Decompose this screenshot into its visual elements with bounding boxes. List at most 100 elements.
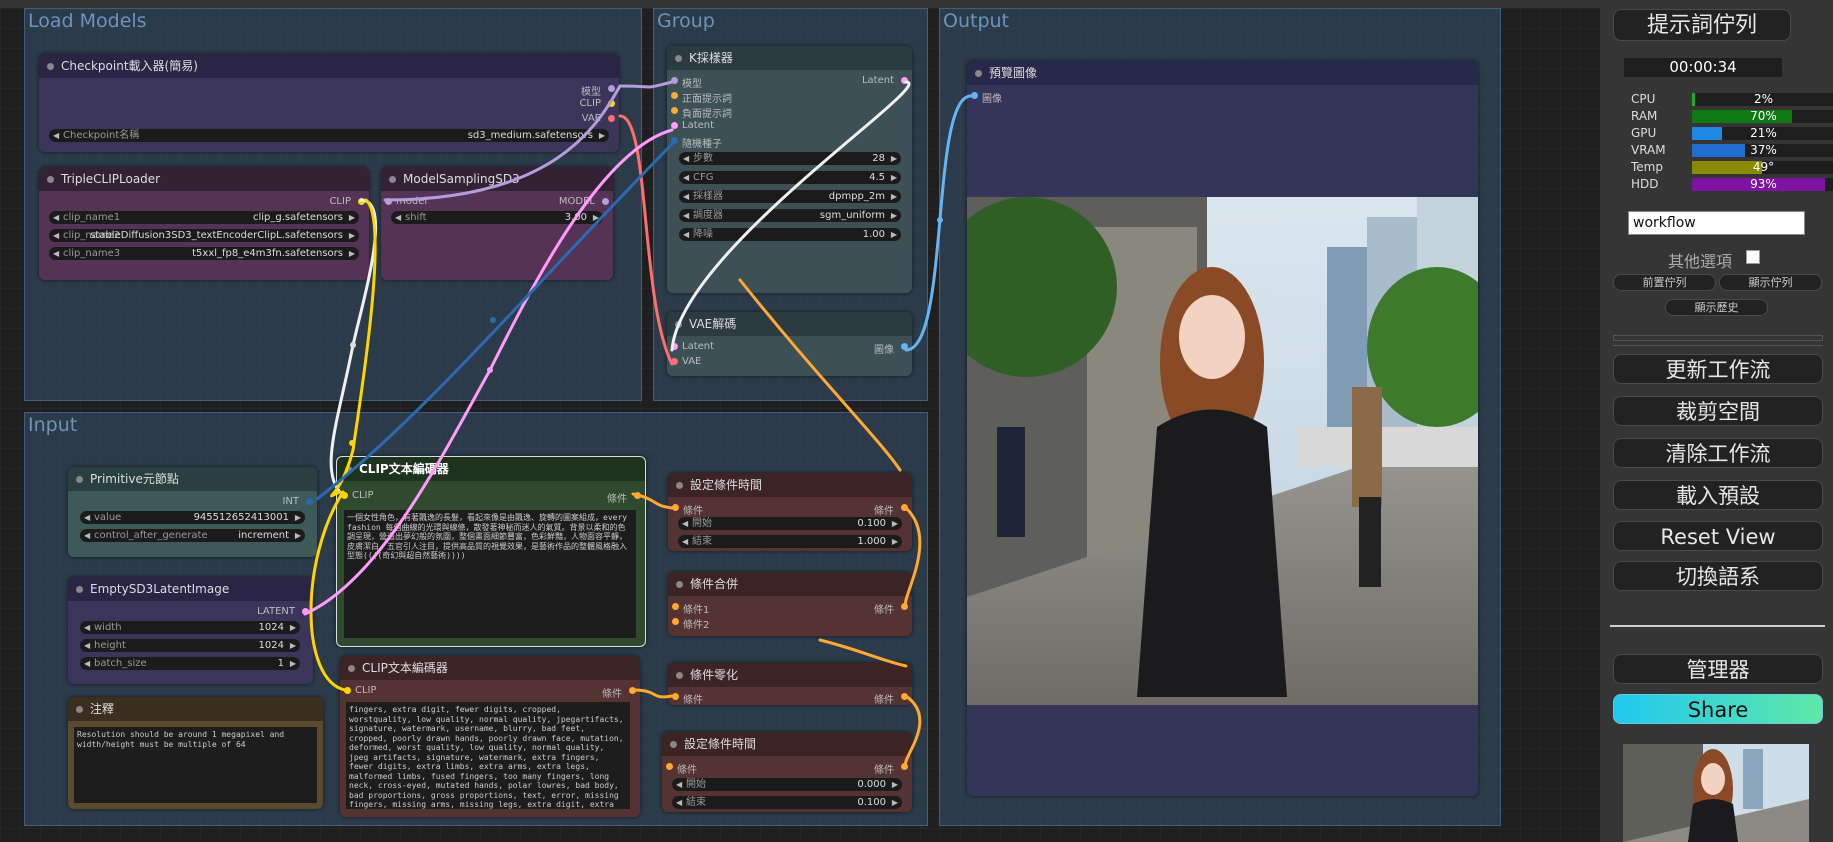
cond-combine-node[interactable]: 條件合併 條件1 條件 條件2 <box>668 572 912 636</box>
manager-button[interactable]: 管理器 <box>1613 654 1823 684</box>
preview-image[interactable] <box>967 197 1478 705</box>
output-conditioning-slot[interactable] <box>901 763 908 770</box>
height-number[interactable]: ◀ height 1024 ▶ <box>80 639 300 652</box>
primitive-node[interactable]: Primitive元節點 INT ◀ value 945512652413001… <box>68 467 317 557</box>
arrow-left-icon[interactable]: ◀ <box>676 796 682 809</box>
input-positive-slot[interactable] <box>671 92 678 99</box>
output-conditioning-slot[interactable] <box>634 492 641 499</box>
input-conditioning2-slot[interactable] <box>672 618 679 625</box>
input-conditioning-slot[interactable] <box>672 693 679 700</box>
control-after-generate-combo[interactable]: ◀ control_after_generate increment ▶ <box>80 529 305 542</box>
arrow-left-icon[interactable]: ◀ <box>84 529 90 542</box>
clipspace-button[interactable]: 裁剪空間 <box>1613 396 1823 426</box>
arrow-left-icon[interactable]: ◀ <box>395 211 401 224</box>
denoise-number[interactable]: ◀ 降噪 1.00 ▶ <box>679 228 901 241</box>
arrow-left-icon[interactable]: ◀ <box>53 247 59 260</box>
input-model-slot[interactable] <box>385 198 392 205</box>
width-number[interactable]: ◀ width 1024 ▶ <box>80 621 300 634</box>
clip-name2-combo[interactable]: ◀ clip_name2 stableDiffusion3SD3_textEnc… <box>49 229 359 242</box>
input-latent-slot[interactable] <box>671 122 678 129</box>
arrow-right-icon[interactable]: ▶ <box>891 171 897 184</box>
arrow-left-icon[interactable]: ◀ <box>53 129 59 142</box>
output-model-slot[interactable] <box>602 198 609 205</box>
clear-workflow-button[interactable]: 清除工作流 <box>1613 438 1823 468</box>
arrow-right-icon[interactable]: ▶ <box>349 211 355 224</box>
arrow-left-icon[interactable]: ◀ <box>84 657 90 670</box>
end-number[interactable]: ◀ 結束 1.000 ▶ <box>678 535 902 548</box>
cfg-number[interactable]: ◀ CFG 4.5 ▶ <box>679 171 901 184</box>
arrow-right-icon[interactable]: ▶ <box>892 535 898 548</box>
switch-locale-button[interactable]: 切換語系 <box>1613 561 1823 591</box>
output-image-slot[interactable] <box>901 343 908 350</box>
input-clip-slot[interactable] <box>344 687 351 694</box>
end-number[interactable]: ◀ 結束 0.100 ▶ <box>672 796 902 809</box>
triple-clip-loader-node[interactable]: TripleCLIPLoader CLIP ◀ clip_name1 clip_… <box>39 167 369 280</box>
arrow-left-icon[interactable]: ◀ <box>84 511 90 524</box>
output-latent-slot[interactable] <box>901 77 908 84</box>
output-vae-slot[interactable] <box>608 115 615 122</box>
view-queue-button[interactable]: 顯示佇列 <box>1719 274 1822 291</box>
arrow-right-icon[interactable]: ▶ <box>892 778 898 791</box>
share-button[interactable]: Share <box>1613 694 1823 724</box>
vae-decode-node[interactable]: VAE解碼 Latent 圖像 VAE <box>667 312 912 376</box>
load-default-button[interactable]: 載入預設 <box>1613 480 1823 510</box>
arrow-right-icon[interactable]: ▶ <box>891 190 897 203</box>
shift-number[interactable]: ◀ shift 3.00 ▶ <box>391 211 603 224</box>
checkpoint-loader-node[interactable]: Checkpoint載入器(簡易) 模型 CLIP VAE ◀ Checkpoi… <box>39 54 619 152</box>
output-clip-slot[interactable] <box>608 100 615 107</box>
preview-thumbnail[interactable] <box>1623 744 1809 842</box>
model-sampling-node[interactable]: ModelSamplingSD3 model MODEL ◀ shift 3.0… <box>381 167 613 280</box>
output-conditioning-slot[interactable] <box>901 693 908 700</box>
extra-options-checkbox[interactable] <box>1746 250 1760 264</box>
input-conditioning-slot[interactable] <box>672 504 679 511</box>
arrow-left-icon[interactable]: ◀ <box>676 778 682 791</box>
input-latent-slot[interactable] <box>671 343 678 350</box>
output-latent-slot[interactable] <box>302 608 309 615</box>
scheduler-combo[interactable]: ◀ 調度器 sgm_uniform ▶ <box>679 209 901 222</box>
arrow-left-icon[interactable]: ◀ <box>53 229 59 242</box>
output-int-slot[interactable] <box>306 498 313 505</box>
arrow-right-icon[interactable]: ▶ <box>599 129 605 142</box>
cond-set-timestep-node-2[interactable]: 設定條件時間 條件 條件 ◀ 開始 0.000 ▶ ◀ 結束 0.100 ▶ <box>662 732 912 812</box>
ksampler-node[interactable]: K採樣器 模型 Latent 正面提示詞 負面提示詞 Latent 隨機種子 ◀… <box>667 46 912 293</box>
arrow-left-icon[interactable]: ◀ <box>683 171 689 184</box>
empty-latent-node[interactable]: EmptySD3LatentImage LATENT ◀ width 1024 … <box>68 577 313 684</box>
arrow-right-icon[interactable]: ▶ <box>891 228 897 241</box>
note-text[interactable]: Resolution should be around 1 megapixel … <box>74 727 317 803</box>
arrow-left-icon[interactable]: ◀ <box>683 152 689 165</box>
arrow-left-icon[interactable]: ◀ <box>682 517 688 530</box>
negative-prompt-textarea[interactable]: fingers, extra digit, fewer digits, crop… <box>346 702 630 809</box>
arrow-left-icon[interactable]: ◀ <box>683 228 689 241</box>
output-clip-slot[interactable] <box>358 198 365 205</box>
arrow-right-icon[interactable]: ▶ <box>290 657 296 670</box>
input-vae-slot[interactable] <box>671 358 678 365</box>
clip-name3-combo[interactable]: ◀ clip_name3 t5xxl_fp8_e4m3fn.safetensor… <box>49 247 359 260</box>
clip-name1-combo[interactable]: ◀ clip_name1 clip_g.safetensors ▶ <box>49 211 359 224</box>
input-seed-slot[interactable] <box>671 137 678 144</box>
sampler-combo[interactable]: ◀ 採樣器 dpmpp_2m ▶ <box>679 190 901 203</box>
arrow-left-icon[interactable]: ◀ <box>683 209 689 222</box>
arrow-right-icon[interactable]: ▶ <box>892 796 898 809</box>
arrow-left-icon[interactable]: ◀ <box>683 190 689 203</box>
arrow-right-icon[interactable]: ▶ <box>295 511 301 524</box>
arrow-right-icon[interactable]: ▶ <box>290 639 296 652</box>
queue-prompt-button[interactable]: 提示詞佇列 <box>1613 9 1791 41</box>
batch-size-number[interactable]: ◀ batch_size 1 ▶ <box>80 657 300 670</box>
output-conditioning-slot[interactable] <box>901 504 908 511</box>
start-number[interactable]: ◀ 開始 0.000 ▶ <box>672 778 902 791</box>
start-number[interactable]: ◀ 開始 0.100 ▶ <box>678 517 902 530</box>
arrow-right-icon[interactable]: ▶ <box>593 211 599 224</box>
input-model-slot[interactable] <box>671 77 678 84</box>
output-conditioning-slot[interactable] <box>901 603 908 610</box>
arrow-left-icon[interactable]: ◀ <box>84 621 90 634</box>
arrow-right-icon[interactable]: ▶ <box>892 517 898 530</box>
update-workflow-button[interactable]: 更新工作流 <box>1613 354 1823 384</box>
checkpoint-name-combo[interactable]: ◀ Checkpoint名稱 sd3_medium.safetensors ▶ <box>49 129 609 142</box>
cond-zero-out-node[interactable]: 條件零化 條件 條件 <box>668 663 912 706</box>
queue-front-button[interactable]: 前置佇列 <box>1613 274 1716 291</box>
steps-number[interactable]: ◀ 步數 28 ▶ <box>679 152 901 165</box>
arrow-right-icon[interactable]: ▶ <box>349 247 355 260</box>
seed-value-number[interactable]: ◀ value 945512652413001 ▶ <box>80 511 305 524</box>
arrow-left-icon[interactable]: ◀ <box>682 535 688 548</box>
note-node[interactable]: 注釋 Resolution should be around 1 megapix… <box>68 697 323 809</box>
